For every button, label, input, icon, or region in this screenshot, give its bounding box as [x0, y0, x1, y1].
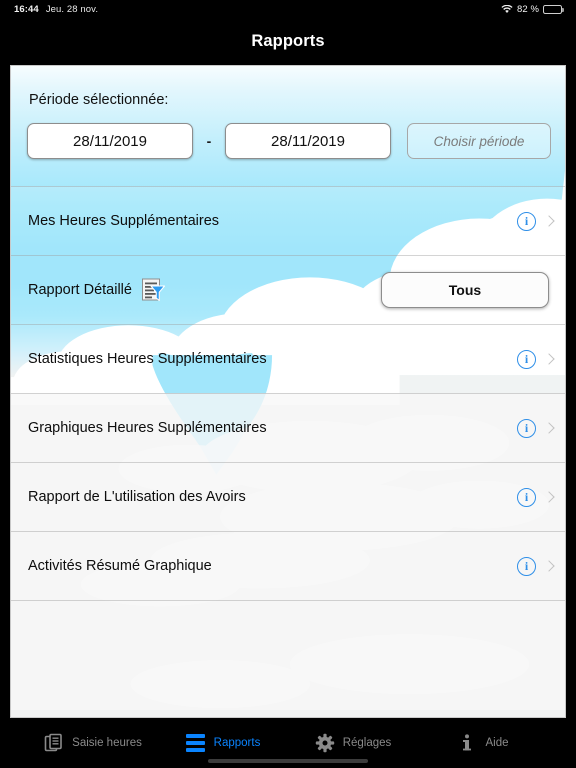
chevron-right-icon [545, 215, 553, 228]
tab-bar: Saisie heures Rapports Réglages Aide [0, 718, 576, 768]
tab-label: Réglages [342, 737, 392, 749]
list-item-rapport-detaille[interactable]: Rapport Détaillé Tous [11, 255, 565, 324]
report-bars-icon [186, 733, 206, 753]
period-section: Période sélectionnée: 28/11/2019 - 28/11… [11, 66, 565, 186]
ipad-screen: 16:44 Jeu. 28 nov. 82 % Rapports Période… [0, 0, 576, 768]
choose-period-button[interactable]: Choisir période [407, 123, 551, 159]
home-indicator[interactable] [208, 759, 368, 763]
info-icon[interactable]: i [517, 418, 536, 438]
reports-list: Mes Heures Supplémentaires i Rapport Dét… [11, 186, 565, 710]
status-bar-right: 82 % [501, 3, 564, 15]
list-empty-area [11, 600, 565, 710]
list-item-label: Rapport de L'utilisation des Avoirs [28, 489, 246, 505]
info-icon[interactable]: i [517, 211, 536, 231]
battery-percent-label: 82 % [516, 3, 539, 15]
tab-rapports[interactable]: Rapports [158, 733, 288, 753]
content-card: Période sélectionnée: 28/11/2019 - 28/11… [10, 65, 566, 718]
info-icon[interactable]: i [517, 556, 536, 576]
status-time: 16:44 [14, 3, 39, 15]
bars-glyph [186, 734, 206, 752]
document-filter-icon[interactable] [140, 277, 166, 303]
start-date-field[interactable]: 28/11/2019 [27, 123, 193, 159]
tab-aide[interactable]: Aide [418, 733, 548, 753]
list-item-mes-heures-supplementaires[interactable]: Mes Heures Supplémentaires i [11, 186, 565, 255]
list-item-label: Mes Heures Supplémentaires [28, 213, 220, 229]
tous-filter-button[interactable]: Tous [381, 272, 549, 308]
bar-3 [186, 748, 206, 752]
status-date: Jeu. 28 nov. [45, 3, 99, 15]
documents-icon [44, 733, 64, 753]
battery-icon [543, 4, 564, 14]
period-label: Période sélectionnée: [29, 92, 169, 108]
bar-1 [186, 734, 206, 738]
list-item-label: Activités Résumé Graphique [28, 558, 212, 574]
list-item-rapport-utilisation-avoirs[interactable]: Rapport de L'utilisation des Avoirs i [11, 462, 565, 531]
list-item-statistiques-heures-supplementaires[interactable]: Statistiques Heures Supplémentaires i [11, 324, 565, 393]
tab-reglages[interactable]: Réglages [288, 733, 418, 753]
info-icon[interactable]: i [517, 349, 536, 369]
status-bar: 16:44 Jeu. 28 nov. 82 % [0, 0, 576, 18]
tab-saisie-heures[interactable]: Saisie heures [28, 733, 158, 753]
tab-label: Aide [485, 737, 509, 749]
navigation-bar: Rapports [0, 18, 576, 64]
info-i-icon [457, 733, 477, 753]
chevron-right-icon [545, 422, 553, 435]
info-icon[interactable]: i [517, 487, 536, 507]
page-title: Rapports [251, 31, 325, 50]
gear-icon [315, 733, 335, 753]
end-date-field[interactable]: 28/11/2019 [225, 123, 391, 159]
list-item-label: Statistiques Heures Supplémentaires [28, 351, 267, 367]
bar-2 [186, 741, 206, 745]
list-item-graphiques-heures-supplementaires[interactable]: Graphiques Heures Supplémentaires i [11, 393, 565, 462]
list-item-activites-resume-graphique[interactable]: Activités Résumé Graphique i [11, 531, 565, 600]
tab-label: Saisie heures [72, 737, 142, 749]
status-bar-left: 16:44 Jeu. 28 nov. [14, 4, 98, 15]
tab-label: Rapports [213, 737, 261, 749]
chevron-right-icon [545, 560, 553, 573]
list-item-label: Rapport Détaillé [28, 282, 132, 298]
list-item-label: Graphiques Heures Supplémentaires [28, 420, 267, 436]
wifi-icon [501, 4, 513, 14]
date-range-separator: - [206, 133, 212, 149]
chevron-right-icon [545, 353, 553, 366]
chevron-right-icon [545, 491, 553, 504]
period-controls: 28/11/2019 - 28/11/2019 Choisir période [27, 123, 551, 159]
